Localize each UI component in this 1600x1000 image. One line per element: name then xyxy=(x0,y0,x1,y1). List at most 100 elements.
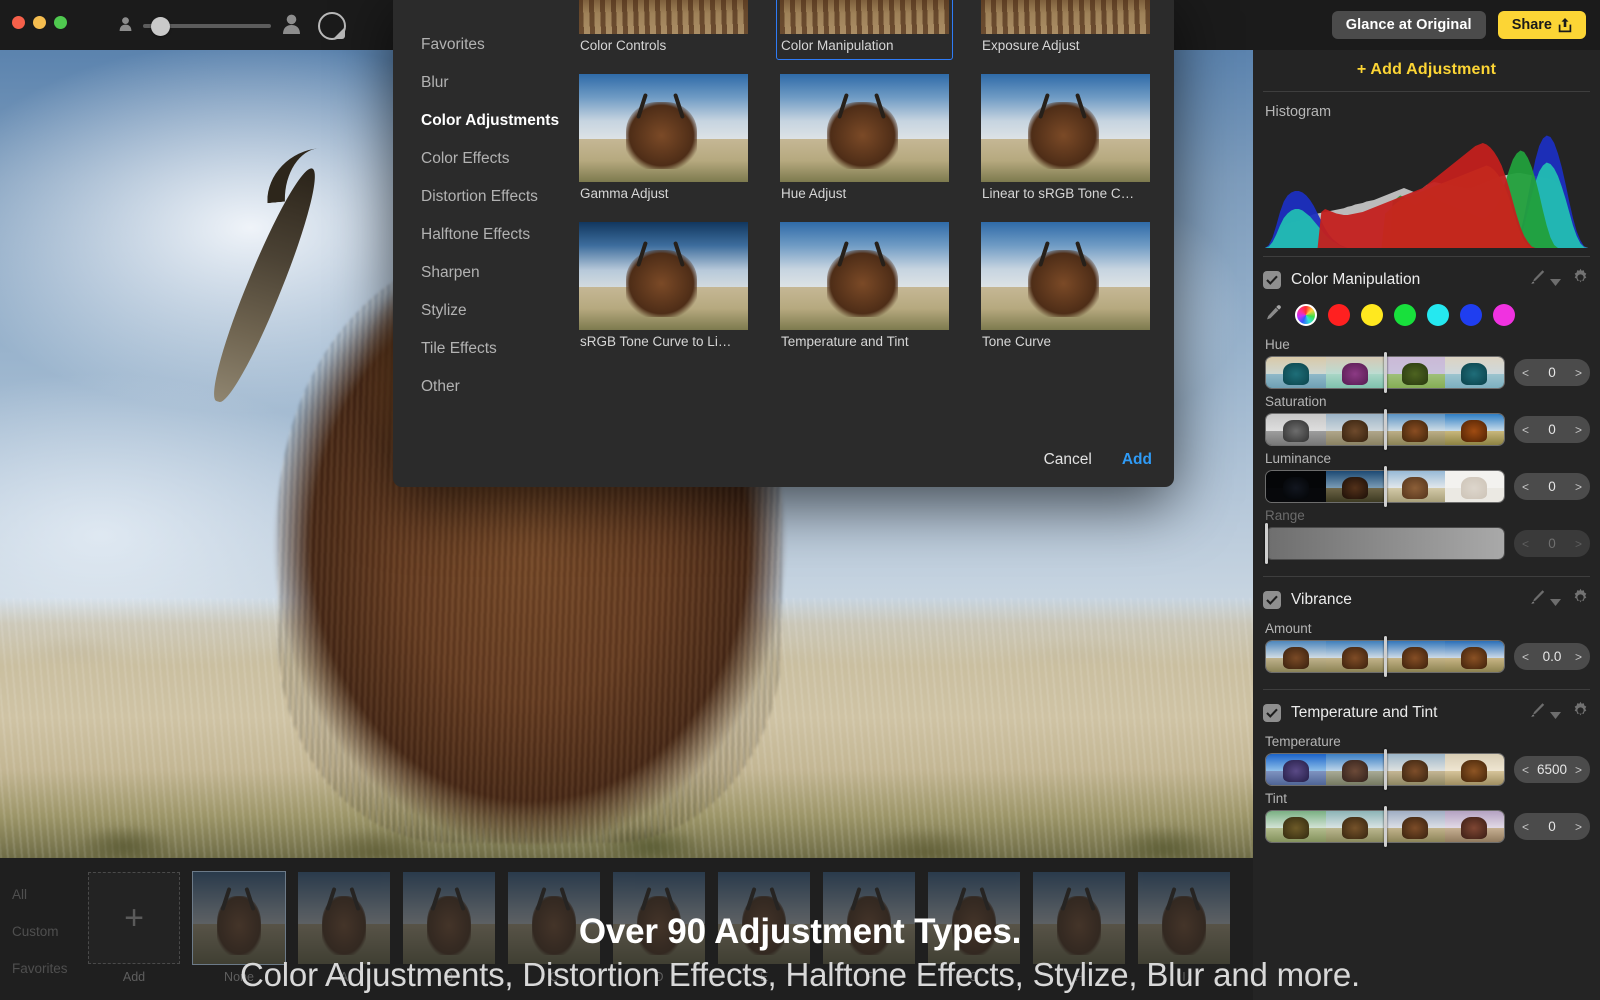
chevron-down-icon[interactable] xyxy=(1550,594,1561,612)
slider-track[interactable] xyxy=(1265,749,1505,790)
stepper-decrement-icon[interactable]: < xyxy=(1522,537,1529,551)
slider-thumb[interactable] xyxy=(1264,523,1268,564)
caption-line-2: Color Adjustments, Distortion Effects, H… xyxy=(240,956,1360,993)
swatch-cyan[interactable] xyxy=(1427,304,1449,326)
stepper-decrement-icon[interactable]: < xyxy=(1522,423,1529,437)
stepper-decrement-icon[interactable]: < xyxy=(1522,763,1529,777)
share-button[interactable]: Share xyxy=(1497,11,1586,39)
stepper-increment-icon[interactable]: > xyxy=(1575,480,1582,494)
effect-cell[interactable]: Hue Adjust xyxy=(776,70,953,208)
dialog-category-halftone-effects[interactable]: Halftone Effects xyxy=(421,216,561,254)
slider-control: Range <0 > xyxy=(1253,507,1600,564)
value-stepper[interactable]: <0 > xyxy=(1514,813,1590,840)
gear-icon[interactable] xyxy=(1571,588,1590,612)
effect-thumbnail xyxy=(579,0,748,34)
effect-cell[interactable]: Exposure Adjust xyxy=(977,0,1154,60)
close-window-button[interactable] xyxy=(12,16,25,29)
stepper-increment-icon[interactable]: > xyxy=(1575,820,1582,834)
effect-cell[interactable]: Gamma Adjust xyxy=(575,70,752,208)
dialog-category-tile-effects[interactable]: Tile Effects xyxy=(421,330,561,368)
effect-cell[interactable]: Tone Curve xyxy=(977,218,1154,356)
dialog-category-color-effects[interactable]: Color Effects xyxy=(421,140,561,178)
effect-cell[interactable]: Linear to sRGB Tone C… xyxy=(977,70,1154,208)
value-stepper[interactable]: <0 > xyxy=(1514,416,1590,443)
slider-track[interactable] xyxy=(1265,806,1505,847)
rotate-crop-icon[interactable] xyxy=(318,12,346,40)
add-button[interactable]: Add xyxy=(1122,451,1152,469)
eyedropper-icon[interactable] xyxy=(1265,304,1282,326)
value-stepper[interactable]: <0.0 > xyxy=(1514,643,1590,670)
stepper-value: 0.0 xyxy=(1542,649,1562,664)
minimize-window-button[interactable] xyxy=(33,16,46,29)
slider-thumb[interactable] xyxy=(1383,636,1387,677)
adjustment-enabled-checkbox[interactable] xyxy=(1263,703,1281,722)
effect-thumbnail xyxy=(780,0,949,34)
slider-label: Luminance xyxy=(1265,451,1332,466)
stepper-decrement-icon[interactable]: < xyxy=(1522,366,1529,380)
swatch-magenta[interactable] xyxy=(1493,304,1515,326)
value-stepper[interactable]: <6500 > xyxy=(1514,756,1590,783)
swatch-color-wheel[interactable] xyxy=(1295,304,1317,326)
slider-thumb[interactable] xyxy=(1383,806,1387,847)
cancel-button[interactable]: Cancel xyxy=(1044,451,1092,469)
slider-thumb[interactable] xyxy=(1383,466,1387,507)
brush-icon[interactable] xyxy=(1527,700,1547,725)
maximize-window-button[interactable] xyxy=(54,16,67,29)
swatch-green[interactable] xyxy=(1394,304,1416,326)
value-stepper[interactable]: <0 > xyxy=(1514,530,1590,557)
slider-thumb[interactable] xyxy=(1383,749,1387,790)
effect-cell[interactable]: Color Controls xyxy=(575,0,752,60)
effect-thumbnail xyxy=(981,74,1150,182)
gear-icon[interactable] xyxy=(1571,701,1590,725)
adjustment-title: Color Manipulation xyxy=(1291,270,1421,288)
slider-track[interactable] xyxy=(1264,523,1505,564)
slider-track[interactable] xyxy=(1265,409,1505,450)
effect-cell[interactable]: Color Manipulation xyxy=(776,0,953,60)
stepper-decrement-icon[interactable]: < xyxy=(1522,480,1529,494)
slider-thumb[interactable] xyxy=(1383,409,1387,450)
slider-label: Temperature xyxy=(1265,734,1341,749)
chevron-down-icon[interactable] xyxy=(1550,274,1561,292)
brush-icon[interactable] xyxy=(1527,267,1547,292)
value-stepper[interactable]: <0 > xyxy=(1514,359,1590,386)
adjustment-enabled-checkbox[interactable] xyxy=(1263,590,1281,609)
swatch-yellow[interactable] xyxy=(1361,304,1383,326)
brush-icon[interactable] xyxy=(1527,587,1547,612)
add-adjustment-button[interactable]: + Add Adjustment xyxy=(1253,50,1600,91)
slider-thumb[interactable] xyxy=(1383,352,1387,393)
slider-track-fill xyxy=(1266,528,1504,559)
chevron-down-icon[interactable] xyxy=(1550,707,1561,725)
slider-track[interactable] xyxy=(1265,466,1505,507)
swatch-blue[interactable] xyxy=(1460,304,1482,326)
dialog-effect-panel: Color Controls Color Manipulation Exposure… xyxy=(561,0,1174,487)
stepper-increment-icon[interactable]: > xyxy=(1575,366,1582,380)
slider-label: Amount xyxy=(1265,621,1312,636)
stepper-increment-icon[interactable]: > xyxy=(1575,537,1582,551)
zoom-slider[interactable] xyxy=(143,14,271,38)
swatch-red[interactable] xyxy=(1328,304,1350,326)
dialog-category-stylize[interactable]: Stylize xyxy=(421,292,561,330)
dialog-category-favorites[interactable]: Favorites xyxy=(421,26,561,64)
slider-control: Temperature <6500 > xyxy=(1253,733,1600,790)
adjustment-enabled-checkbox[interactable] xyxy=(1263,270,1281,289)
stepper-decrement-icon[interactable]: < xyxy=(1522,650,1529,664)
gear-icon[interactable] xyxy=(1571,268,1590,292)
dialog-category-color-adjustments[interactable]: Color Adjustments xyxy=(421,102,561,140)
stepper-increment-icon[interactable]: > xyxy=(1575,423,1582,437)
dialog-category-blur[interactable]: Blur xyxy=(421,64,561,102)
dialog-category-other[interactable]: Other xyxy=(421,368,561,406)
stepper-increment-icon[interactable]: > xyxy=(1575,763,1582,777)
stepper-decrement-icon[interactable]: < xyxy=(1522,820,1529,834)
toolbar-right-actions: Glance at Original Share xyxy=(1331,11,1586,39)
effect-cell[interactable]: Temperature and Tint xyxy=(776,218,953,356)
glance-at-original-button[interactable]: Glance at Original xyxy=(1331,11,1486,39)
dialog-category-sharpen[interactable]: Sharpen xyxy=(421,254,561,292)
slider-track[interactable] xyxy=(1265,636,1505,677)
stepper-increment-icon[interactable]: > xyxy=(1575,650,1582,664)
slider-track[interactable] xyxy=(1265,352,1505,393)
value-stepper[interactable]: <0 > xyxy=(1514,473,1590,500)
filmstrip-filter-all[interactable]: All xyxy=(12,876,68,913)
dialog-category-distortion-effects[interactable]: Distortion Effects xyxy=(421,178,561,216)
zoom-slider-knob[interactable] xyxy=(151,16,170,36)
effect-cell[interactable]: sRGB Tone Curve to Li… xyxy=(575,218,752,356)
